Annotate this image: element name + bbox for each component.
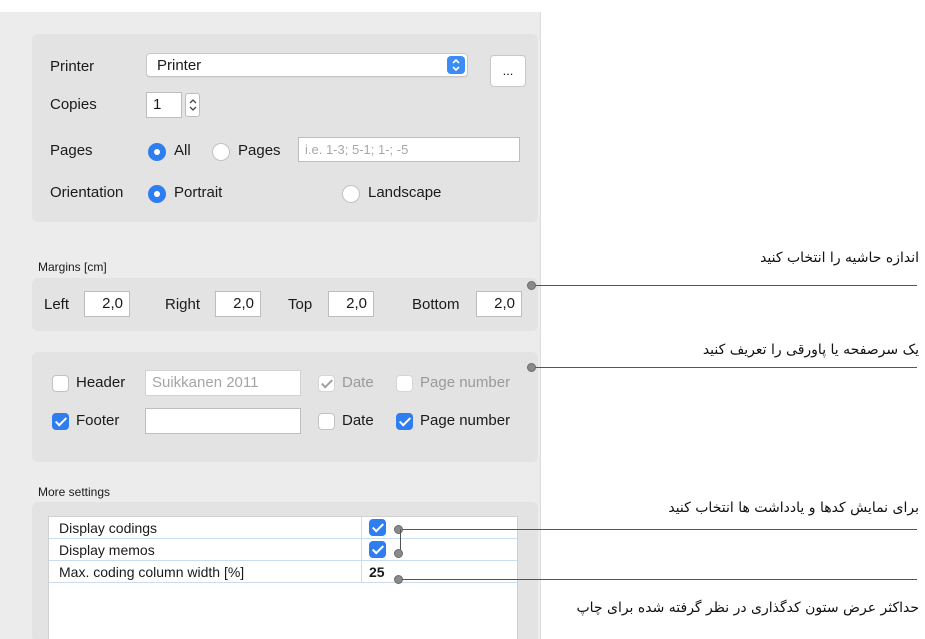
margin-right-label: Right (165, 296, 201, 313)
callout-line (533, 367, 917, 368)
footer-text-input[interactable] (145, 408, 301, 434)
more-settings-title: More settings (38, 485, 111, 499)
annotation-header-footer: یک سرصفحه یا پاورقی را تعریف کنید (702, 342, 919, 358)
orientation-label: Orientation (50, 184, 124, 201)
margin-bottom-input[interactable]: 2,0 (476, 291, 522, 317)
margin-top-label: Top (288, 296, 313, 313)
copies-stepper[interactable] (185, 93, 200, 117)
callout-dot-icon (394, 549, 403, 558)
footer-date-checkbox[interactable] (318, 413, 335, 430)
orientation-portrait-label: Portrait (174, 184, 223, 201)
print-settings-panel: Printer Printer ... Copies 1 Pages All P… (0, 12, 541, 639)
pages-range-radio[interactable] (212, 143, 230, 161)
margin-top-input[interactable]: 2,0 (328, 291, 374, 317)
header-date-checkbox[interactable] (318, 375, 335, 392)
row-name: Display codings (59, 520, 158, 536)
pages-range-label: Pages (238, 142, 281, 159)
footer-label: Footer (76, 412, 120, 429)
footer-page-number-label: Page number (420, 412, 511, 429)
callout-dot-icon (527, 363, 536, 372)
footer-page-number-checkbox[interactable] (396, 413, 413, 430)
margins-title: Margins [cm] (38, 260, 107, 274)
footer-date-label: Date (342, 412, 374, 429)
callout-dot-icon (394, 525, 403, 534)
callout-dot-icon (394, 575, 403, 584)
header-text-input[interactable]: Suikkanen 2011 (145, 370, 301, 396)
table-row[interactable]: Display codings (49, 517, 517, 539)
footer-checkbox[interactable] (52, 413, 69, 430)
margin-bottom-label: Bottom (412, 296, 460, 313)
pages-range-input[interactable]: i.e. 1-3; 5-1; 1-; -5 (298, 137, 520, 162)
header-footer-group: Header Suikkanen 2011 Date Page number F… (32, 352, 538, 462)
orientation-portrait-radio[interactable] (148, 185, 166, 203)
printer-label: Printer (50, 58, 95, 75)
pages-all-label: All (174, 142, 191, 159)
printer-group: Printer Printer ... Copies 1 Pages All P… (32, 34, 538, 222)
margin-left-label: Left (44, 296, 70, 313)
printer-select[interactable]: Printer (146, 53, 468, 77)
orientation-landscape-label: Landscape (368, 184, 442, 201)
annotation-column-width: حداکثر عرض ستون کدگذاری در نظر گرفته شده… (559, 598, 919, 618)
display-memos-checkbox[interactable] (369, 541, 386, 558)
annotation-codings-memos: برای نمایش کدها و یادداشت ها انتخاب کنید (656, 500, 919, 516)
header-date-label: Date (342, 374, 374, 391)
table-row[interactable]: Display memos (49, 539, 517, 561)
printer-select-value: Printer (157, 57, 202, 74)
printer-options-button[interactable]: ... (490, 55, 526, 87)
callout-line (533, 285, 917, 286)
margin-left-input[interactable]: 2,0 (84, 291, 130, 317)
header-page-number-checkbox[interactable] (396, 375, 413, 392)
margin-right-input[interactable]: 2,0 (215, 291, 261, 317)
header-checkbox[interactable] (52, 375, 69, 392)
callout-line (400, 579, 917, 580)
up-down-chevron-icon (447, 56, 465, 74)
copies-label: Copies (50, 96, 97, 113)
column-width-value[interactable]: 25 (369, 561, 385, 583)
callout-line (400, 529, 917, 530)
copies-input[interactable]: 1 (146, 92, 182, 118)
display-codings-checkbox[interactable] (369, 519, 386, 536)
more-settings-table: Display codings Display memos Max. codin… (48, 516, 518, 639)
callout-dot-icon (527, 281, 536, 290)
row-name: Display memos (59, 542, 155, 558)
annotation-margins: اندازه حاشیه را انتخاب کنید (760, 250, 919, 266)
margins-group: Left 2,0 Right 2,0 Top 2,0 Bottom 2,0 (32, 278, 538, 331)
more-settings-group: Display codings Display memos Max. codin… (32, 502, 538, 639)
orientation-landscape-radio[interactable] (342, 185, 360, 203)
pages-all-radio[interactable] (148, 143, 166, 161)
row-name: Max. coding column width [%] (59, 564, 245, 580)
pages-label: Pages (50, 142, 93, 159)
header-label: Header (76, 374, 126, 391)
header-page-number-label: Page number (420, 374, 511, 391)
